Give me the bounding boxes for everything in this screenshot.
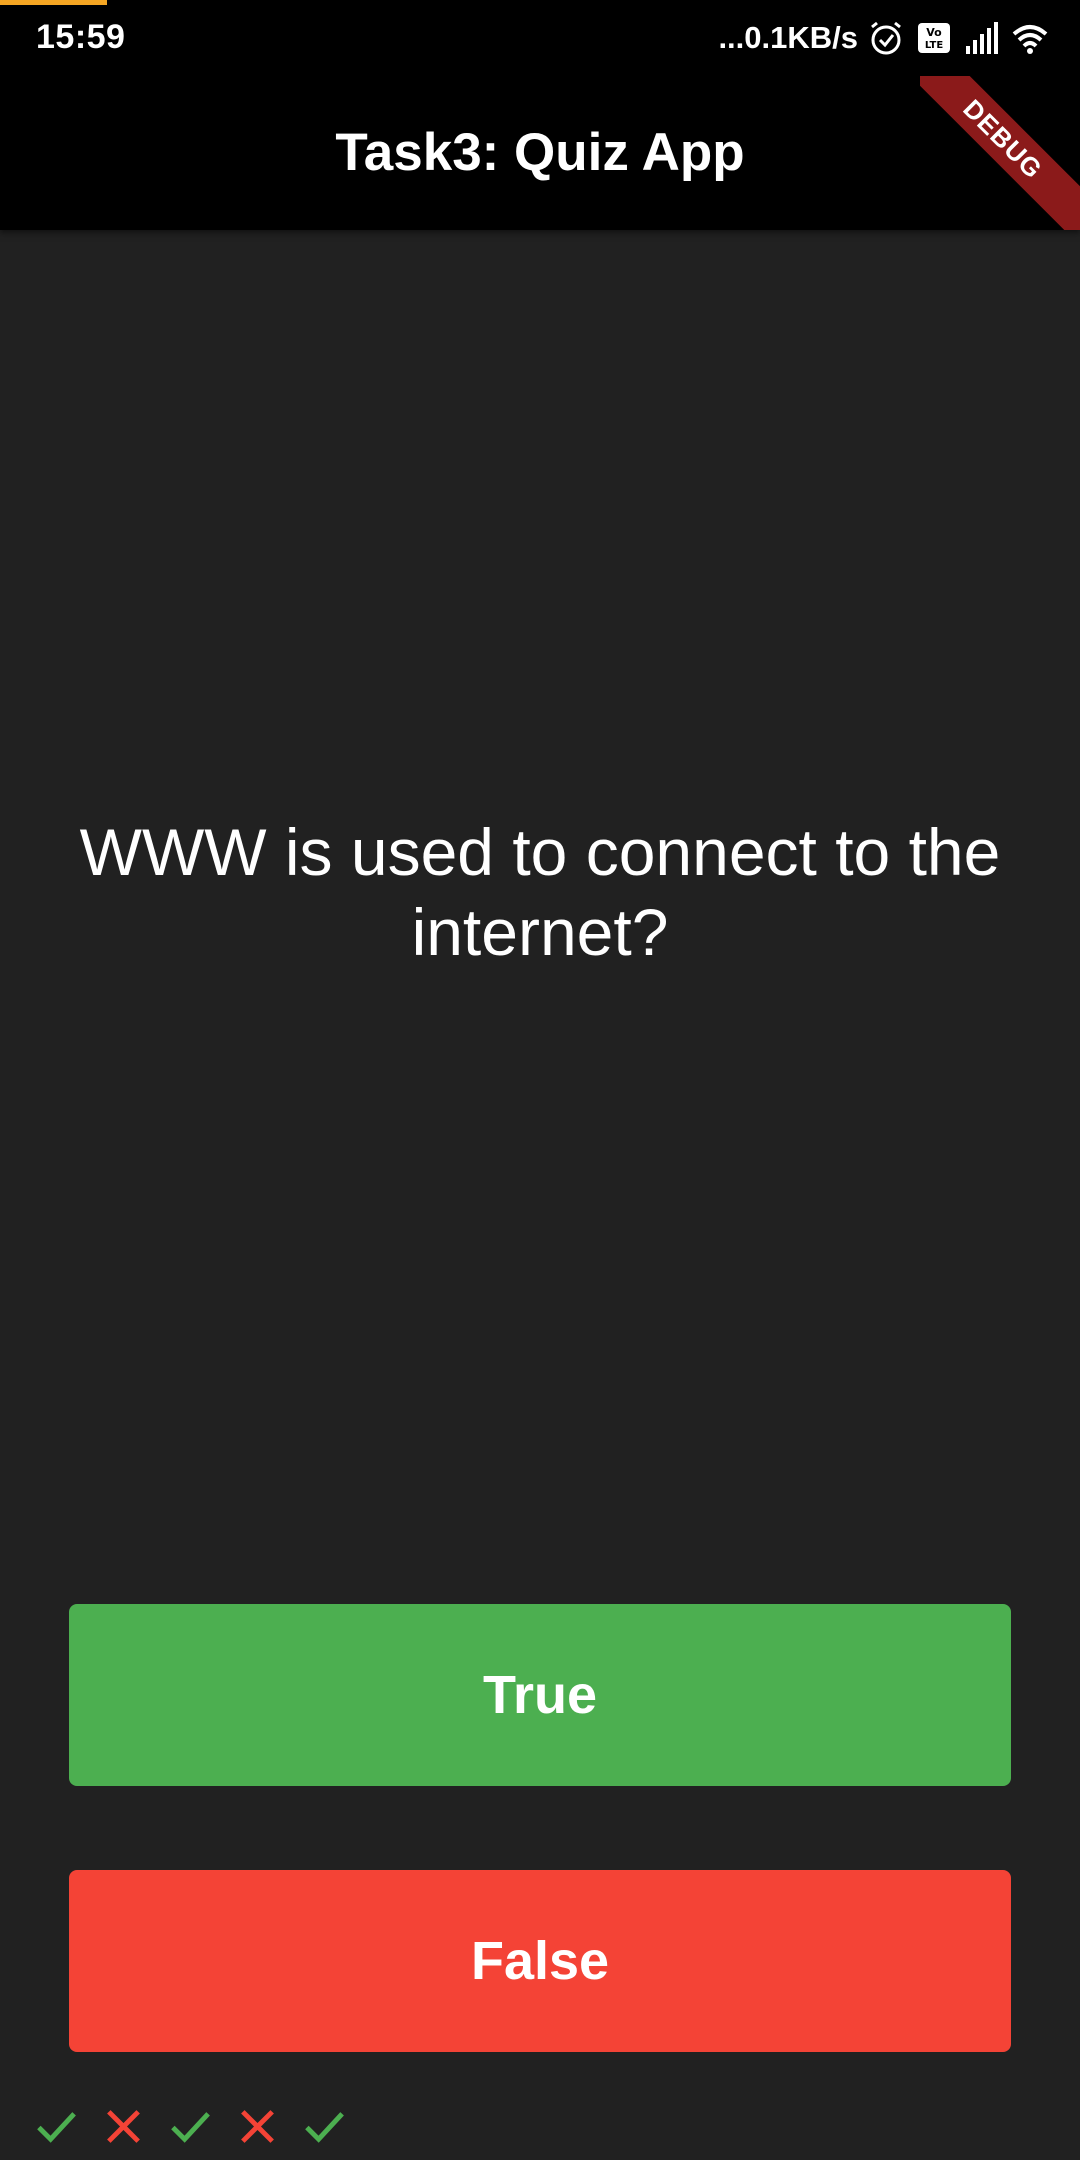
- app-bar: Task3: Quiz App DEBUG: [0, 76, 1080, 230]
- status-icons: ...0.1KB/s Vo LTE: [718, 16, 1050, 60]
- debug-banner-label: DEBUG: [920, 76, 1080, 230]
- true-button[interactable]: True: [69, 1604, 1011, 1786]
- network-speed: ...0.1KB/s: [718, 20, 858, 55]
- svg-text:Vo: Vo: [926, 26, 942, 39]
- close-icon: [235, 2104, 280, 2149]
- check-icon: [168, 2104, 213, 2149]
- quiz-screen: 15:59 ...0.1KB/s Vo LTE Task3: Quiz App …: [0, 0, 1080, 2160]
- app-title: Task3: Quiz App: [335, 123, 745, 182]
- score-keeper: [34, 2104, 347, 2150]
- debug-banner: DEBUG: [920, 76, 1080, 230]
- check-icon: [34, 2104, 79, 2149]
- false-button[interactable]: False: [69, 1870, 1011, 2052]
- close-icon: [101, 2104, 146, 2149]
- status-bar: 15:59 ...0.1KB/s Vo LTE: [0, 0, 1080, 76]
- wifi-icon: [1010, 18, 1050, 58]
- svg-text:LTE: LTE: [925, 40, 944, 51]
- status-time: 15:59: [36, 18, 126, 56]
- check-icon: [302, 2104, 347, 2149]
- status-accent-bar: [0, 0, 107, 5]
- signal-icon: [962, 18, 1002, 58]
- volte-icon: Vo LTE: [914, 18, 954, 58]
- alarm-icon: [866, 18, 906, 58]
- question-text: WWW is used to connect to the internet?: [79, 815, 1001, 969]
